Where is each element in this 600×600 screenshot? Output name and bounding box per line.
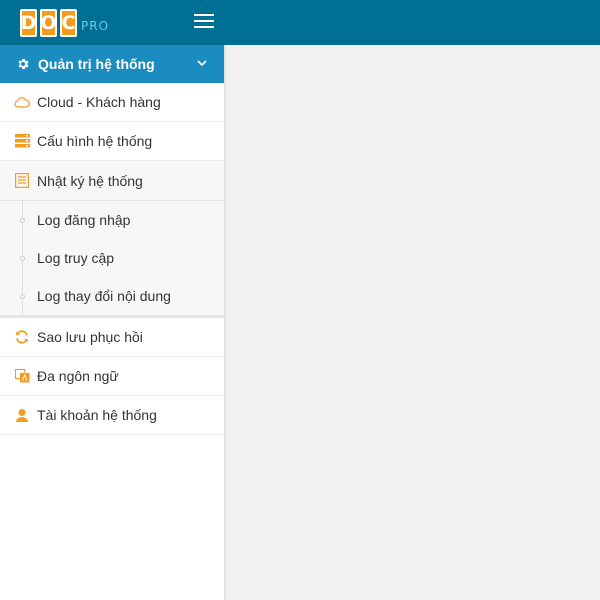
sidebar-item-label: Tài khoản hệ thống	[37, 407, 157, 423]
logo-letter: D	[20, 9, 37, 37]
sidebar-item-label: Nhật ký hệ thống	[37, 172, 143, 189]
logo-suffix: PRO	[81, 19, 110, 33]
log-book-icon	[14, 173, 30, 189]
language-icon	[14, 368, 30, 384]
sync-icon	[14, 329, 30, 345]
sidebar: Quản trị hệ thống Cloud - Khách hàng Cấu…	[0, 45, 224, 600]
sidebar-item-cloud-customers[interactable]: Cloud - Khách hàng	[0, 83, 224, 122]
sidebar-item-multilanguage[interactable]: Đa ngôn ngữ	[0, 357, 224, 396]
sidebar-item-label: Cloud - Khách hàng	[37, 94, 161, 110]
submenu-item-label: Log truy cập	[37, 250, 115, 266]
sidebar-group-label: Quản trị hệ thống	[38, 56, 155, 72]
logo-letter: C	[60, 9, 77, 37]
sidebar-item-system-accounts[interactable]: Tài khoản hệ thống	[0, 396, 224, 435]
submenu-item-content-change-log[interactable]: Log thay đổi nội dung	[0, 277, 224, 315]
bullet-icon	[20, 218, 25, 223]
sidebar-group-header[interactable]: Quản trị hệ thống	[0, 45, 224, 83]
gear-icon	[18, 58, 29, 70]
submenu-item-access-log[interactable]: Log truy cập	[0, 239, 224, 277]
submenu-item-label: Log thay đổi nội dung	[37, 288, 171, 304]
submenu-item-label: Log đăng nhập	[37, 212, 131, 228]
sidebar-item-backup-restore[interactable]: Sao lưu phục hồi	[0, 318, 224, 357]
sidebar-item-label: Đa ngôn ngữ	[37, 368, 119, 384]
chevron-down-icon	[197, 60, 207, 67]
user-icon	[14, 407, 30, 423]
bullet-icon	[20, 256, 25, 261]
cloud-icon	[14, 94, 30, 110]
hamburger-menu-icon[interactable]	[194, 14, 214, 30]
server-icon	[14, 133, 30, 149]
bullet-icon	[20, 294, 25, 299]
system-log-submenu: Log đăng nhập Log truy cập Log thay đổi …	[0, 200, 224, 318]
sidebar-item-system-config[interactable]: Cấu hình hệ thống	[0, 122, 224, 161]
top-navbar: D O C PRO	[0, 0, 600, 45]
sidebar-item-label: Sao lưu phục hồi	[37, 329, 143, 345]
logo-letter: O	[40, 9, 57, 37]
submenu-item-login-log[interactable]: Log đăng nhập	[0, 201, 224, 239]
sidebar-item-label: Cấu hình hệ thống	[37, 133, 153, 149]
docpro-logo[interactable]: D O C PRO	[20, 7, 109, 37]
sidebar-item-system-log[interactable]: Nhật ký hệ thống	[0, 161, 224, 200]
